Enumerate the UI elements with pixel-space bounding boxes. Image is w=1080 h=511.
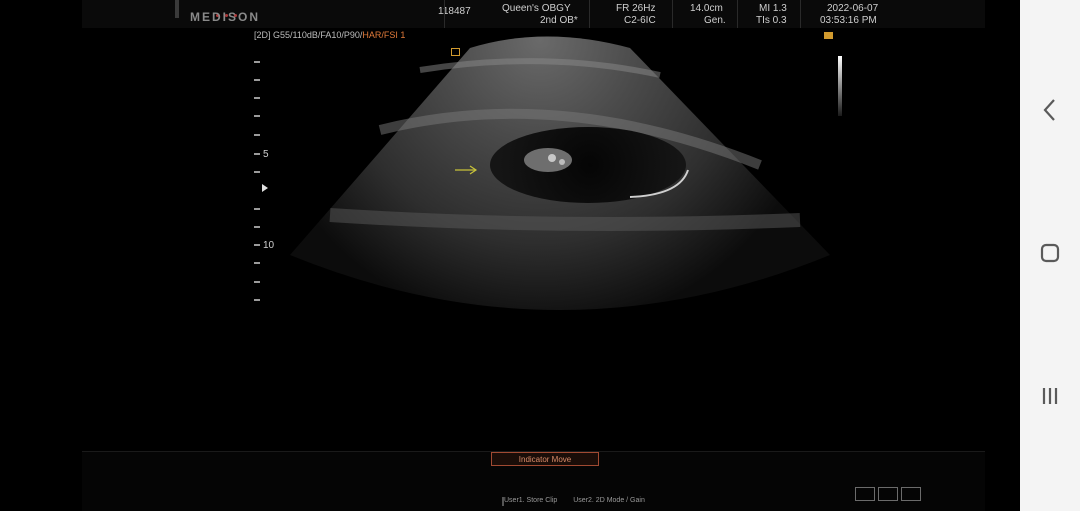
user-keys: User1. Store Clip User2. 2D Mode / Gain (504, 497, 659, 504)
focal-zone-icon (262, 184, 268, 192)
status-icons (855, 487, 924, 506)
embryo (524, 148, 572, 172)
recent-apps-icon[interactable] (1034, 380, 1066, 412)
tools-icon (878, 487, 898, 501)
back-icon[interactable] (1034, 94, 1066, 126)
user2-mode-gain[interactable]: User2. 2D Mode / Gain (573, 497, 645, 504)
grayscale-bar (838, 56, 842, 116)
user1-store-clip[interactable]: User1. Store Clip (504, 497, 557, 504)
orientation-marker-icon (824, 32, 833, 39)
depth-label-5: 5 (263, 149, 269, 160)
focus-marker-icon (451, 48, 460, 56)
gestational-sac (490, 127, 686, 203)
android-nav-bar (1020, 0, 1080, 511)
ultrasound-screen: 118487 Queen's OBGY 2nd OB* FR 26Hz C2-6… (0, 0, 1020, 511)
home-icon[interactable] (1034, 237, 1066, 269)
network-icon (855, 487, 875, 501)
ultrasound-image (290, 36, 830, 310)
indicator-move-button[interactable]: Indicator Move (491, 452, 599, 466)
depth-scale: 5 10 (254, 61, 275, 301)
embryo-echo (559, 159, 565, 165)
embryo-echo (548, 154, 556, 162)
storage-icon (901, 487, 921, 501)
depth-label-10: 10 (263, 240, 275, 251)
